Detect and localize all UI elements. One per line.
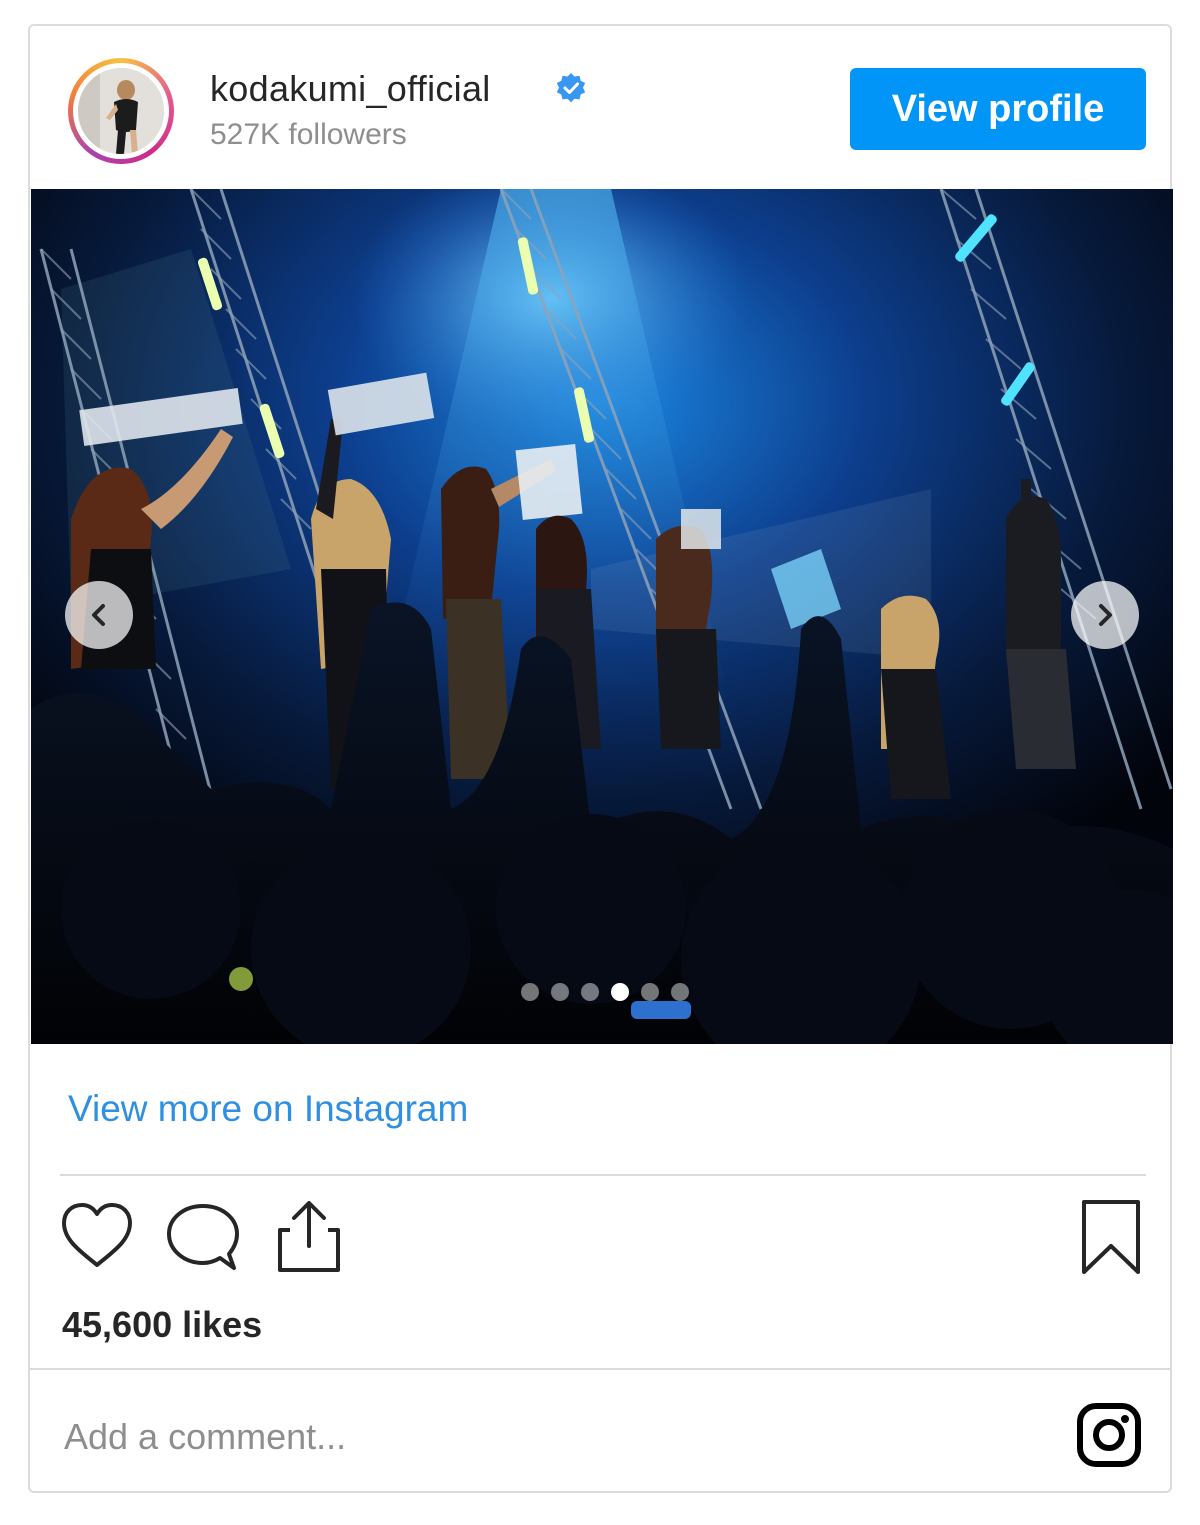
slide-dot <box>671 983 689 1001</box>
divider <box>30 1368 1170 1370</box>
username[interactable]: kodakumi_official <box>210 68 491 110</box>
slide-indicator <box>521 983 689 1003</box>
post-header: kodakumi_official 527K followers View pr… <box>30 26 1170 190</box>
slide-dot <box>551 983 569 1001</box>
slide-dot <box>521 983 539 1001</box>
chevron-right-icon <box>1099 604 1112 626</box>
share-icon[interactable] <box>274 1198 344 1274</box>
concert-photo <box>31 189 1173 1044</box>
next-slide-button[interactable] <box>1071 581 1139 649</box>
heart-icon[interactable] <box>60 1202 134 1270</box>
view-more-link[interactable]: View more on Instagram <box>68 1088 468 1130</box>
bookmark-icon[interactable] <box>1080 1198 1142 1276</box>
slide-dot <box>641 983 659 1001</box>
avatar-image <box>78 68 164 154</box>
verified-badge-icon <box>556 73 586 103</box>
comment-icon[interactable] <box>166 1202 240 1274</box>
follower-count: 527K followers <box>210 118 407 151</box>
slide-dot <box>581 983 599 1001</box>
slide-dot-active <box>611 983 629 1001</box>
avatar[interactable] <box>68 58 174 164</box>
comment-input[interactable] <box>62 1406 966 1468</box>
like-count: 45,600 likes <box>62 1304 263 1345</box>
post-media[interactable] <box>31 189 1173 1044</box>
previous-slide-button[interactable] <box>65 581 133 649</box>
divider <box>60 1174 1146 1176</box>
chevron-left-icon <box>92 604 105 626</box>
instagram-embed-card: kodakumi_official 527K followers View pr… <box>28 24 1173 1493</box>
view-profile-button[interactable]: View profile <box>850 68 1146 150</box>
instagram-icon[interactable] <box>1076 1402 1142 1468</box>
